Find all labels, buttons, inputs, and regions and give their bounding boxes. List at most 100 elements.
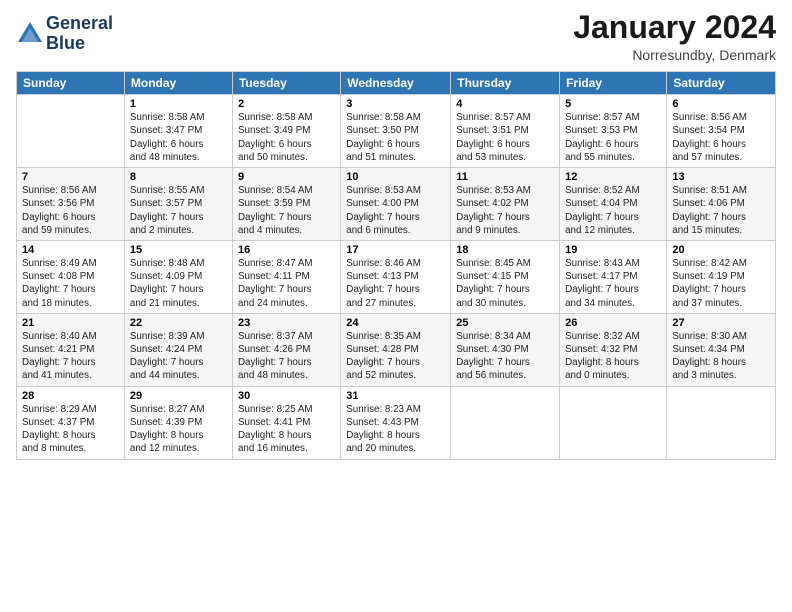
- calendar-cell: 2Sunrise: 8:58 AM Sunset: 3:49 PM Daylig…: [232, 95, 340, 168]
- day-number: 1: [130, 98, 227, 110]
- day-number: 31: [346, 390, 445, 402]
- day-info: Sunrise: 8:32 AM Sunset: 4:32 PM Dayligh…: [565, 330, 661, 383]
- calendar-cell: 3Sunrise: 8:58 AM Sunset: 3:50 PM Daylig…: [341, 95, 451, 168]
- day-number: 30: [238, 390, 335, 402]
- day-info: Sunrise: 8:48 AM Sunset: 4:09 PM Dayligh…: [130, 257, 227, 310]
- calendar-cell: 5Sunrise: 8:57 AM Sunset: 3:53 PM Daylig…: [560, 95, 667, 168]
- day-number: 16: [238, 244, 335, 256]
- day-info: Sunrise: 8:58 AM Sunset: 3:50 PM Dayligh…: [346, 111, 445, 164]
- day-info: Sunrise: 8:34 AM Sunset: 4:30 PM Dayligh…: [456, 330, 554, 383]
- calendar-cell: [451, 386, 560, 459]
- day-number: 25: [456, 317, 554, 329]
- header-tuesday: Tuesday: [232, 72, 340, 95]
- logo-line2: Blue: [46, 34, 113, 54]
- day-info: Sunrise: 8:27 AM Sunset: 4:39 PM Dayligh…: [130, 403, 227, 456]
- day-number: 8: [130, 171, 227, 183]
- day-number: 26: [565, 317, 661, 329]
- calendar-cell: 13Sunrise: 8:51 AM Sunset: 4:06 PM Dayli…: [667, 168, 776, 241]
- calendar-cell: 8Sunrise: 8:55 AM Sunset: 3:57 PM Daylig…: [124, 168, 232, 241]
- calendar-cell: 11Sunrise: 8:53 AM Sunset: 4:02 PM Dayli…: [451, 168, 560, 241]
- calendar-header-row: Sunday Monday Tuesday Wednesday Thursday…: [17, 72, 776, 95]
- day-number: 12: [565, 171, 661, 183]
- day-number: 15: [130, 244, 227, 256]
- calendar-cell: 29Sunrise: 8:27 AM Sunset: 4:39 PM Dayli…: [124, 386, 232, 459]
- header-saturday: Saturday: [667, 72, 776, 95]
- day-info: Sunrise: 8:40 AM Sunset: 4:21 PM Dayligh…: [22, 330, 119, 383]
- logo: General Blue: [16, 14, 113, 54]
- day-info: Sunrise: 8:42 AM Sunset: 4:19 PM Dayligh…: [672, 257, 770, 310]
- day-info: Sunrise: 8:56 AM Sunset: 3:56 PM Dayligh…: [22, 184, 119, 237]
- logo-line1: General: [46, 14, 113, 34]
- day-number: 20: [672, 244, 770, 256]
- day-number: 2: [238, 98, 335, 110]
- day-number: 18: [456, 244, 554, 256]
- calendar-cell: 21Sunrise: 8:40 AM Sunset: 4:21 PM Dayli…: [17, 313, 125, 386]
- header: General Blue January 2024 Norresundby, D…: [16, 10, 776, 63]
- calendar-cell: 30Sunrise: 8:25 AM Sunset: 4:41 PM Dayli…: [232, 386, 340, 459]
- month-title: January 2024: [573, 10, 776, 45]
- calendar-cell: 24Sunrise: 8:35 AM Sunset: 4:28 PM Dayli…: [341, 313, 451, 386]
- day-info: Sunrise: 8:57 AM Sunset: 3:53 PM Dayligh…: [565, 111, 661, 164]
- header-thursday: Thursday: [451, 72, 560, 95]
- location-subtitle: Norresundby, Denmark: [573, 47, 776, 63]
- calendar-cell: [17, 95, 125, 168]
- calendar-cell: 12Sunrise: 8:52 AM Sunset: 4:04 PM Dayli…: [560, 168, 667, 241]
- calendar-week-5: 28Sunrise: 8:29 AM Sunset: 4:37 PM Dayli…: [17, 386, 776, 459]
- page: General Blue January 2024 Norresundby, D…: [0, 0, 792, 612]
- day-info: Sunrise: 8:52 AM Sunset: 4:04 PM Dayligh…: [565, 184, 661, 237]
- day-number: 28: [22, 390, 119, 402]
- day-info: Sunrise: 8:35 AM Sunset: 4:28 PM Dayligh…: [346, 330, 445, 383]
- logo-icon: [16, 20, 44, 48]
- day-number: 22: [130, 317, 227, 329]
- day-info: Sunrise: 8:25 AM Sunset: 4:41 PM Dayligh…: [238, 403, 335, 456]
- calendar-table: Sunday Monday Tuesday Wednesday Thursday…: [16, 71, 776, 459]
- day-info: Sunrise: 8:54 AM Sunset: 3:59 PM Dayligh…: [238, 184, 335, 237]
- calendar-cell: [667, 386, 776, 459]
- calendar-week-1: 1Sunrise: 8:58 AM Sunset: 3:47 PM Daylig…: [17, 95, 776, 168]
- day-number: 27: [672, 317, 770, 329]
- calendar-cell: 4Sunrise: 8:57 AM Sunset: 3:51 PM Daylig…: [451, 95, 560, 168]
- calendar-cell: 9Sunrise: 8:54 AM Sunset: 3:59 PM Daylig…: [232, 168, 340, 241]
- day-info: Sunrise: 8:45 AM Sunset: 4:15 PM Dayligh…: [456, 257, 554, 310]
- calendar-cell: [560, 386, 667, 459]
- day-info: Sunrise: 8:49 AM Sunset: 4:08 PM Dayligh…: [22, 257, 119, 310]
- day-info: Sunrise: 8:53 AM Sunset: 4:02 PM Dayligh…: [456, 184, 554, 237]
- day-info: Sunrise: 8:58 AM Sunset: 3:47 PM Dayligh…: [130, 111, 227, 164]
- day-info: Sunrise: 8:29 AM Sunset: 4:37 PM Dayligh…: [22, 403, 119, 456]
- day-number: 19: [565, 244, 661, 256]
- day-number: 11: [456, 171, 554, 183]
- calendar-cell: 15Sunrise: 8:48 AM Sunset: 4:09 PM Dayli…: [124, 240, 232, 313]
- calendar-cell: 27Sunrise: 8:30 AM Sunset: 4:34 PM Dayli…: [667, 313, 776, 386]
- header-monday: Monday: [124, 72, 232, 95]
- day-info: Sunrise: 8:51 AM Sunset: 4:06 PM Dayligh…: [672, 184, 770, 237]
- calendar-cell: 26Sunrise: 8:32 AM Sunset: 4:32 PM Dayli…: [560, 313, 667, 386]
- calendar-cell: 18Sunrise: 8:45 AM Sunset: 4:15 PM Dayli…: [451, 240, 560, 313]
- day-number: 5: [565, 98, 661, 110]
- day-number: 6: [672, 98, 770, 110]
- day-number: 7: [22, 171, 119, 183]
- calendar-week-2: 7Sunrise: 8:56 AM Sunset: 3:56 PM Daylig…: [17, 168, 776, 241]
- day-number: 17: [346, 244, 445, 256]
- calendar-week-4: 21Sunrise: 8:40 AM Sunset: 4:21 PM Dayli…: [17, 313, 776, 386]
- header-sunday: Sunday: [17, 72, 125, 95]
- day-info: Sunrise: 8:56 AM Sunset: 3:54 PM Dayligh…: [672, 111, 770, 164]
- day-info: Sunrise: 8:30 AM Sunset: 4:34 PM Dayligh…: [672, 330, 770, 383]
- calendar-cell: 31Sunrise: 8:23 AM Sunset: 4:43 PM Dayli…: [341, 386, 451, 459]
- day-info: Sunrise: 8:47 AM Sunset: 4:11 PM Dayligh…: [238, 257, 335, 310]
- calendar-cell: 25Sunrise: 8:34 AM Sunset: 4:30 PM Dayli…: [451, 313, 560, 386]
- day-info: Sunrise: 8:58 AM Sunset: 3:49 PM Dayligh…: [238, 111, 335, 164]
- day-number: 24: [346, 317, 445, 329]
- calendar-cell: 22Sunrise: 8:39 AM Sunset: 4:24 PM Dayli…: [124, 313, 232, 386]
- day-number: 3: [346, 98, 445, 110]
- day-info: Sunrise: 8:57 AM Sunset: 3:51 PM Dayligh…: [456, 111, 554, 164]
- title-area: January 2024 Norresundby, Denmark: [573, 10, 776, 63]
- day-number: 21: [22, 317, 119, 329]
- day-info: Sunrise: 8:53 AM Sunset: 4:00 PM Dayligh…: [346, 184, 445, 237]
- day-info: Sunrise: 8:23 AM Sunset: 4:43 PM Dayligh…: [346, 403, 445, 456]
- day-info: Sunrise: 8:46 AM Sunset: 4:13 PM Dayligh…: [346, 257, 445, 310]
- calendar-cell: 1Sunrise: 8:58 AM Sunset: 3:47 PM Daylig…: [124, 95, 232, 168]
- day-info: Sunrise: 8:43 AM Sunset: 4:17 PM Dayligh…: [565, 257, 661, 310]
- day-info: Sunrise: 8:39 AM Sunset: 4:24 PM Dayligh…: [130, 330, 227, 383]
- day-number: 10: [346, 171, 445, 183]
- calendar-cell: 7Sunrise: 8:56 AM Sunset: 3:56 PM Daylig…: [17, 168, 125, 241]
